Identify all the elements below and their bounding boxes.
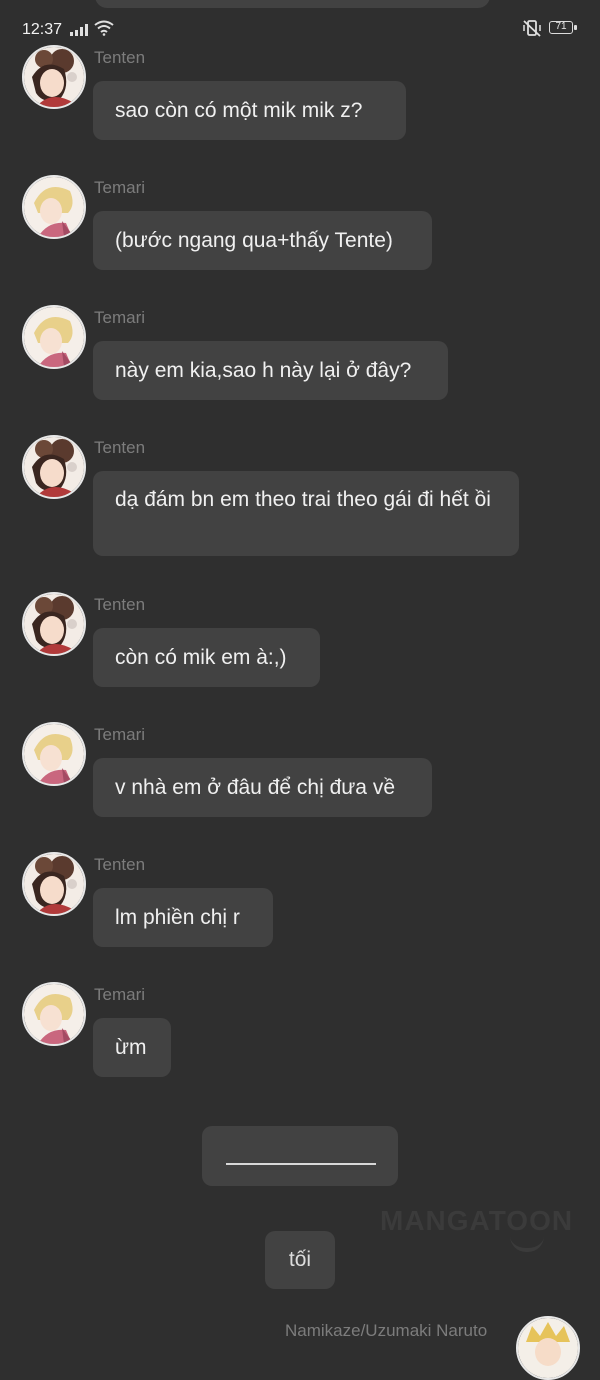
naruto-avatar-icon[interactable] [516,1316,580,1380]
message-bubble[interactable]: sao còn có một mik mik z? [93,81,406,140]
signal-icon [70,24,88,36]
sender-name: Namikaze/Uzumaki Naruto [285,1321,488,1340]
message-bubble[interactable]: còn có mik em à:,) [93,628,320,687]
vibrate-off-icon [522,19,542,42]
sender-name: Tenten [94,855,146,874]
chat-message: Temari ừm [0,982,600,1082]
message-bubble[interactable]: dạ đám bn em theo trai theo gái đi hết ồ… [93,471,519,556]
temari-avatar-icon[interactable] [22,175,86,239]
battery-icon: 71 [549,21,573,34]
wifi-icon [94,20,114,41]
mangatoon-watermark: MANGATOON [380,1205,574,1236]
tenten-avatar-icon[interactable] [22,435,86,499]
message-bubble[interactable]: (bước ngang qua+thấy Tente) [93,211,432,270]
message-bubble[interactable]: này em kia,sao h này lại ở đây? [93,341,448,400]
sender-name: Temari [94,725,146,744]
chat-message: Temari v nhà em ở đâu để chị đưa về [0,722,600,822]
scene-break-line [226,1163,376,1165]
battery-tip [574,25,577,30]
sender-name: Tenten [94,595,146,614]
tenten-avatar-icon[interactable] [22,45,86,109]
chat-message: Tenten còn có mik em à:,) [0,592,600,692]
sender-name: Tenten [94,438,146,457]
message-bubble[interactable]: v nhà em ở đâu để chị đưa về [93,758,432,817]
status-time: 12:37 [22,21,63,38]
temari-avatar-icon[interactable] [22,722,86,786]
chat-message: Temari (bước ngang qua+thấy Tente) [0,175,600,275]
temari-avatar-icon[interactable] [22,305,86,369]
message-bubble[interactable]: ừm [93,1018,171,1077]
sender-name: Temari [94,178,146,197]
tenten-avatar-icon[interactable] [22,852,86,916]
chat-message: Tenten lm phiền chị r [0,852,600,952]
message-bubble[interactable]: lm phiền chị r [93,888,273,947]
watermark-smile-icon [510,1236,544,1252]
sender-name: Tenten [94,48,146,67]
tenten-avatar-icon[interactable] [22,592,86,656]
temari-avatar-icon[interactable] [22,982,86,1046]
sender-name: Temari [94,308,146,327]
narration-bubble[interactable]: tối [265,1231,335,1289]
sender-name: Temari [94,985,146,1004]
chat-message: Temari này em kia,sao h này lại ở đây? [0,305,600,405]
chat-message: Tenten sao còn có một mik mik z? [0,45,600,145]
chat-message: Tenten dạ đám bn em theo trai theo gái đ… [0,435,600,560]
scene-break-bubble [202,1126,398,1186]
